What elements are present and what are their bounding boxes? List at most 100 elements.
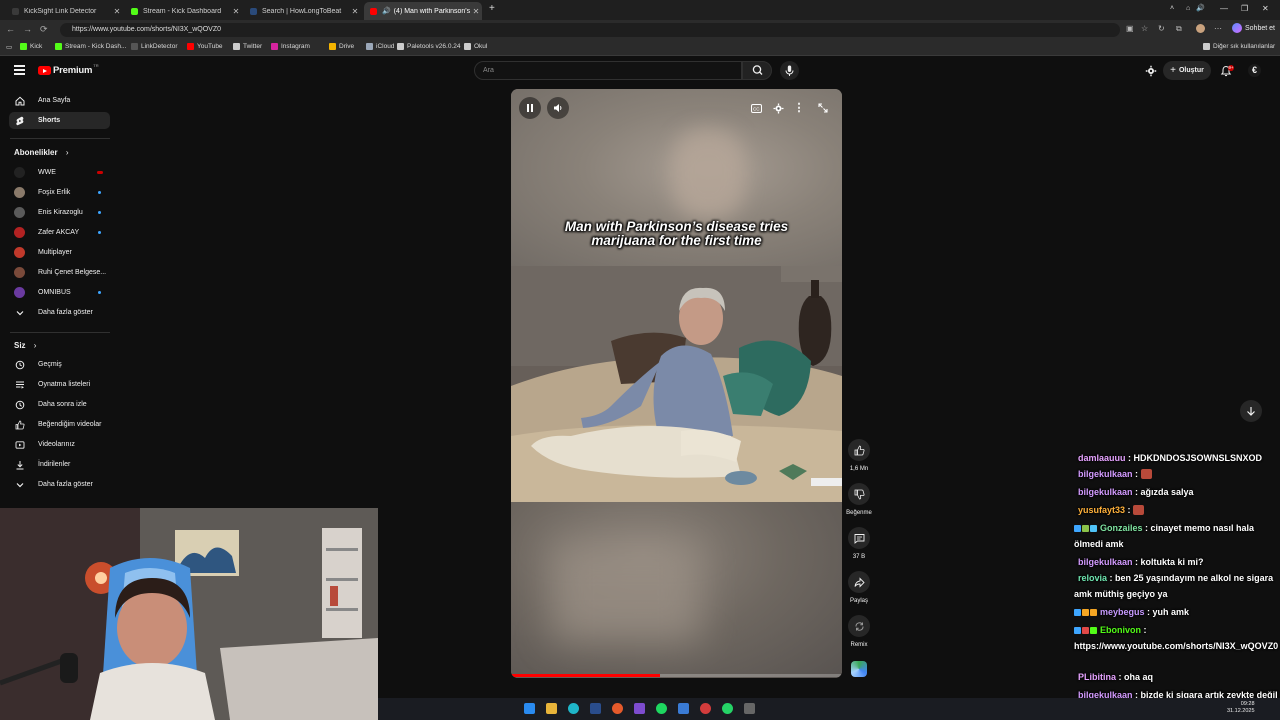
bookmark-item[interactable]: YouTube [187, 43, 223, 50]
chat-username[interactable]: bilgekulkaan [1078, 487, 1133, 497]
obs-icon[interactable] [700, 703, 711, 714]
copilot-chat-button[interactable]: Sohbet et [1232, 23, 1275, 33]
create-button[interactable]: + Oluştur [1163, 61, 1211, 80]
whatsapp-icon[interactable] [722, 703, 733, 714]
bookmark-item[interactable]: Paletools v26.0.24 [397, 43, 460, 50]
reload-icon[interactable]: ⟳ [40, 24, 48, 35]
you-heading[interactable]: Siz › [14, 341, 36, 350]
edge-browser-icon[interactable] [568, 703, 579, 714]
close-tab-icon[interactable]: ✕ [470, 7, 482, 16]
new-tab-button[interactable]: + [489, 3, 495, 14]
search-input[interactable]: Ara [474, 61, 742, 80]
minimize-icon[interactable]: — [1220, 4, 1228, 13]
bookmark-item[interactable]: Stream - Kick Dash... [55, 43, 126, 50]
bookmarks-app-icon[interactable]: ▭ [6, 43, 12, 51]
close-tab-icon[interactable]: ✕ [230, 7, 242, 16]
maximize-icon[interactable]: ❐ [1241, 4, 1248, 13]
sidebar-subscription-item[interactable]: Multiplayer [9, 244, 110, 261]
close-tab-icon[interactable]: ✕ [349, 7, 361, 16]
sidebar-subscription-item[interactable]: Zafer AKCAY [9, 224, 110, 241]
sound-avatar-icon[interactable] [851, 661, 867, 677]
bookmark-item[interactable]: Kick [20, 43, 42, 50]
start-windows-icon[interactable] [524, 703, 535, 714]
discord-icon[interactable] [634, 703, 645, 714]
chat-username[interactable]: bilgekulkaan [1078, 557, 1133, 567]
chat-username[interactable]: relovia [1078, 573, 1107, 583]
back-icon[interactable]: ← [6, 24, 15, 34]
taskbar-clock[interactable]: 09:28 31.12.2025 [1227, 701, 1255, 715]
more-menu-icon[interactable]: ⋯ [1214, 24, 1222, 33]
close-window-icon[interactable]: ✕ [1262, 4, 1269, 13]
favorite-star-icon[interactable]: ☆ [1141, 24, 1148, 33]
sidebar-show-more-you[interactable]: Daha fazla göster [9, 476, 110, 493]
profile-avatar-icon[interactable] [1196, 24, 1205, 33]
chat-username[interactable]: damlaauuu [1078, 453, 1126, 463]
fullscreen-button[interactable] [816, 101, 830, 115]
studio-settings-icon[interactable] [1145, 65, 1157, 77]
browser-tab[interactable]: Search | HowLongToBeat ✕ [244, 2, 361, 20]
sidebar-subscription-item[interactable]: OMNIBUS [9, 284, 110, 301]
menu-icon[interactable] [14, 65, 25, 75]
share-button[interactable]: Paylaş [845, 571, 873, 604]
next-short-button[interactable] [1240, 400, 1262, 422]
bookmark-item[interactable]: Drive [329, 43, 354, 50]
sidebar-show-more-subs[interactable]: Daha fazla göster [9, 304, 110, 321]
search-button[interactable] [742, 61, 772, 80]
reading-mode-icon[interactable]: ▣ [1126, 24, 1134, 33]
bookmark-item[interactable]: Instagram [271, 43, 310, 50]
browser-tab-active[interactable]: 🔊 (4) Man with Parkinson's Dise ✕ [364, 2, 482, 20]
steam-icon[interactable] [590, 703, 601, 714]
volume-button[interactable] [547, 97, 569, 119]
settings-button[interactable] [771, 101, 785, 115]
sidebar-subscription-item[interactable]: Enis Kirazoglu [9, 204, 110, 221]
like-button[interactable]: 1,6 Mn [845, 439, 873, 472]
file-explorer-icon[interactable] [546, 703, 557, 714]
progress-bar[interactable] [511, 674, 842, 677]
refresh-page-icon[interactable]: ↻ [1158, 24, 1165, 33]
dislike-button[interactable]: Beğenme [845, 483, 873, 516]
sidebar-subscription-item[interactable]: Ruhi Çenet Belgese... [9, 264, 110, 281]
browser-tab[interactable]: Stream - Kick Dashboard ✕ [125, 2, 242, 20]
sidebar-item-home[interactable]: Ana Sayfa [9, 92, 110, 109]
chat-username[interactable]: bilgekulkaan [1078, 469, 1133, 479]
terminal-icon[interactable] [744, 703, 755, 714]
sidebar-item-playlists[interactable]: Oynatma listeleri [9, 376, 110, 393]
url-field[interactable]: https://www.youtube.com/shorts/NI3X_wQOV… [60, 23, 1120, 37]
sidebar-item-your-videos[interactable]: Videolarınız [9, 436, 110, 453]
chat-username[interactable]: Ebonivon [1100, 625, 1141, 635]
bookmark-item[interactable]: iCloud [366, 43, 394, 50]
forward-icon[interactable]: → [23, 24, 32, 34]
remix-button[interactable]: Remix [845, 615, 873, 648]
subscriptions-heading[interactable]: Abonelikler › [14, 148, 68, 157]
chat-username[interactable]: PLibitina [1078, 672, 1116, 682]
sidebar-item-watch-later[interactable]: Daha sonra izle [9, 396, 110, 413]
sidebar-subscription-item[interactable]: Foşix Erlik [9, 184, 110, 201]
shorts-player[interactable]: Man with Parkinson’s disease tries marij… [511, 89, 842, 678]
youtube-premium-logo[interactable]: Premium TR [38, 63, 99, 76]
comments-button[interactable]: 37 B [845, 527, 873, 560]
sidebar-item-downloads[interactable]: İndirilenler [9, 456, 110, 473]
close-tab-icon[interactable]: ✕ [111, 7, 123, 16]
chat-username[interactable]: Gonzailes [1100, 523, 1143, 533]
bookmark-item[interactable]: Twitter [233, 43, 262, 50]
voice-search-button[interactable] [780, 61, 799, 80]
chevron-up-icon[interactable]: ˄ [1170, 5, 1174, 12]
network-icon[interactable]: ⌂ [1186, 5, 1190, 12]
vpn-icon[interactable] [678, 703, 689, 714]
browser-tab[interactable]: KickSight Link Detector ✕ [6, 2, 123, 20]
captions-button[interactable]: CC [749, 101, 763, 115]
chat-username[interactable]: yusufayt33 [1078, 505, 1125, 515]
sidebar-item-history[interactable]: Geçmiş [9, 356, 110, 373]
other-bookmarks[interactable]: Diğer sık kullanılanlar [1203, 43, 1275, 50]
sidebar-subscription-item[interactable]: WWE [9, 164, 110, 181]
brave-icon[interactable] [612, 703, 623, 714]
bookmark-item[interactable]: LinkDetector [131, 43, 178, 50]
account-avatar[interactable]: € [1248, 64, 1261, 77]
chat-username[interactable]: meybegus [1100, 607, 1145, 617]
spotify-icon[interactable] [656, 703, 667, 714]
more-options-button[interactable]: ⋮ [792, 101, 806, 115]
sidebar-item-liked[interactable]: Beğendiğim videolar [9, 416, 110, 433]
sidebar-item-shorts[interactable]: Shorts [9, 112, 110, 129]
bookmark-item[interactable]: Okul [464, 43, 487, 50]
volume-tray-icon[interactable]: 🔊 [1196, 5, 1205, 12]
